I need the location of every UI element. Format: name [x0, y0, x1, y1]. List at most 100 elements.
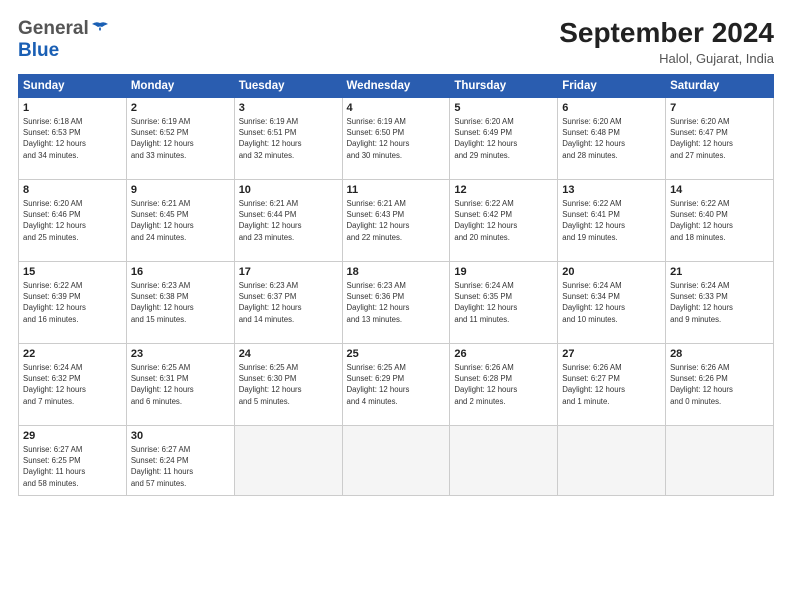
logo-text: GeneralBlue [18, 18, 111, 62]
logo: GeneralBlue [18, 18, 111, 62]
day-number: 11 [347, 184, 446, 196]
day-number: 7 [670, 102, 769, 114]
day-number: 4 [347, 102, 446, 114]
day-info: Sunrise: 6:24 AMSunset: 6:32 PMDaylight:… [23, 362, 122, 407]
day-number: 16 [131, 266, 230, 278]
day-number: 25 [347, 348, 446, 360]
day-info: Sunrise: 6:23 AMSunset: 6:36 PMDaylight:… [347, 280, 446, 325]
day-info: Sunrise: 6:20 AMSunset: 6:46 PMDaylight:… [23, 198, 122, 243]
table-row: 10 Sunrise: 6:21 AMSunset: 6:44 PMDayligh… [234, 179, 342, 261]
day-info: Sunrise: 6:26 AMSunset: 6:28 PMDaylight:… [454, 362, 553, 407]
header-tuesday: Tuesday [234, 74, 342, 97]
table-row: 19 Sunrise: 6:24 AMSunset: 6:35 PMDayligh… [450, 261, 558, 343]
table-row: 21 Sunrise: 6:24 AMSunset: 6:33 PMDayligh… [666, 261, 774, 343]
table-row: 30Sunrise: 6:27 AMSunset: 6:24 PMDayligh… [126, 425, 234, 495]
day-info: Sunrise: 6:24 AMSunset: 6:34 PMDaylight:… [562, 280, 661, 325]
day-number: 21 [670, 266, 769, 278]
day-number: 29 [23, 430, 122, 442]
table-row: 3Sunrise: 6:19 AMSunset: 6:51 PMDaylight… [234, 97, 342, 179]
day-info: Sunrise: 6:23 AMSunset: 6:38 PMDaylight:… [131, 280, 230, 325]
day-info: Sunrise: 6:18 AMSunset: 6:53 PMDaylight:… [23, 116, 122, 161]
day-number: 24 [239, 348, 338, 360]
table-row: 5 Sunrise: 6:20 AMSunset: 6:49 PMDaylight… [450, 97, 558, 179]
calendar-row: 15 Sunrise: 6:22 AMSunset: 6:39 PMDayligh… [19, 261, 774, 343]
calendar-row: 8 Sunrise: 6:20 AMSunset: 6:46 PMDaylight… [19, 179, 774, 261]
table-row: 7 Sunrise: 6:20 AMSunset: 6:47 PMDaylight… [666, 97, 774, 179]
day-number: 1 [23, 102, 122, 114]
table-row [666, 425, 774, 495]
logo-blue: Blue [18, 40, 59, 61]
day-info: Sunrise: 6:22 AMSunset: 6:39 PMDaylight:… [23, 280, 122, 325]
table-row: 20 Sunrise: 6:24 AMSunset: 6:34 PMDayligh… [558, 261, 666, 343]
day-info: Sunrise: 6:25 AMSunset: 6:31 PMDaylight:… [131, 362, 230, 407]
table-row: 16 Sunrise: 6:23 AMSunset: 6:38 PMDayligh… [126, 261, 234, 343]
logo-bird-icon [90, 21, 110, 37]
day-info: Sunrise: 6:23 AMSunset: 6:37 PMDaylight:… [239, 280, 338, 325]
day-number: 19 [454, 266, 553, 278]
calendar-row: 1 Sunrise: 6:18 AMSunset: 6:53 PMDaylight… [19, 97, 774, 179]
day-number: 5 [454, 102, 553, 114]
day-info: Sunrise: 6:20 AMSunset: 6:48 PMDaylight:… [562, 116, 661, 161]
table-row: 25Sunrise: 6:25 AMSunset: 6:29 PMDayligh… [342, 343, 450, 425]
table-row: 12Sunrise: 6:22 AMSunset: 6:42 PMDayligh… [450, 179, 558, 261]
day-number: 6 [562, 102, 661, 114]
table-row: 14Sunrise: 6:22 AMSunset: 6:40 PMDayligh… [666, 179, 774, 261]
day-info: Sunrise: 6:24 AMSunset: 6:33 PMDaylight:… [670, 280, 769, 325]
header-sunday: Sunday [19, 74, 127, 97]
day-number: 17 [239, 266, 338, 278]
table-row: 13 Sunrise: 6:22 AMSunset: 6:41 PMDayligh… [558, 179, 666, 261]
day-info: Sunrise: 6:21 AMSunset: 6:44 PMDaylight:… [239, 198, 338, 243]
day-number: 12 [454, 184, 553, 196]
day-number: 2 [131, 102, 230, 114]
day-info: Sunrise: 6:26 AMSunset: 6:26 PMDaylight:… [670, 362, 769, 407]
day-number: 10 [239, 184, 338, 196]
table-row: 15 Sunrise: 6:22 AMSunset: 6:39 PMDayligh… [19, 261, 127, 343]
calendar-title: September 2024 [559, 18, 774, 49]
day-info: Sunrise: 6:22 AMSunset: 6:41 PMDaylight:… [562, 198, 661, 243]
day-info: Sunrise: 6:21 AMSunset: 6:43 PMDaylight:… [347, 198, 446, 243]
table-row: 17 Sunrise: 6:23 AMSunset: 6:37 PMDayligh… [234, 261, 342, 343]
table-row: 26Sunrise: 6:26 AMSunset: 6:28 PMDayligh… [450, 343, 558, 425]
header-friday: Friday [558, 74, 666, 97]
day-number: 13 [562, 184, 661, 196]
table-row: 29 Sunrise: 6:27 AMSunset: 6:25 PMDayligh… [19, 425, 127, 495]
day-info: Sunrise: 6:22 AMSunset: 6:40 PMDaylight:… [670, 198, 769, 243]
day-info: Sunrise: 6:27 AMSunset: 6:24 PMDaylight:… [131, 444, 230, 489]
day-info: Sunrise: 6:27 AMSunset: 6:25 PMDaylight:… [23, 444, 122, 489]
header-monday: Monday [126, 74, 234, 97]
day-number: 8 [23, 184, 122, 196]
day-info: Sunrise: 6:19 AMSunset: 6:52 PMDaylight:… [131, 116, 230, 161]
table-row: 6 Sunrise: 6:20 AMSunset: 6:48 PMDaylight… [558, 97, 666, 179]
day-info: Sunrise: 6:20 AMSunset: 6:49 PMDaylight:… [454, 116, 553, 161]
table-row: 1 Sunrise: 6:18 AMSunset: 6:53 PMDaylight… [19, 97, 127, 179]
day-number: 28 [670, 348, 769, 360]
table-row [558, 425, 666, 495]
table-row: 2 Sunrise: 6:19 AMSunset: 6:52 PMDaylight… [126, 97, 234, 179]
day-number: 27 [562, 348, 661, 360]
table-row: 18 Sunrise: 6:23 AMSunset: 6:36 PMDayligh… [342, 261, 450, 343]
table-row: 27 Sunrise: 6:26 AMSunset: 6:27 PMDayligh… [558, 343, 666, 425]
table-row: 22 Sunrise: 6:24 AMSunset: 6:32 PMDayligh… [19, 343, 127, 425]
day-info: Sunrise: 6:19 AMSunset: 6:51 PMDaylight:… [239, 116, 338, 161]
day-info: Sunrise: 6:20 AMSunset: 6:47 PMDaylight:… [670, 116, 769, 161]
day-info: Sunrise: 6:21 AMSunset: 6:45 PMDaylight:… [131, 198, 230, 243]
day-number: 15 [23, 266, 122, 278]
table-row [234, 425, 342, 495]
page: GeneralBlue September 2024 Halol, Gujara… [0, 0, 792, 612]
title-block: September 2024 Halol, Gujarat, India [559, 18, 774, 66]
calendar-subtitle: Halol, Gujarat, India [559, 51, 774, 66]
day-info: Sunrise: 6:24 AMSunset: 6:35 PMDaylight:… [454, 280, 553, 325]
calendar-row: 29 Sunrise: 6:27 AMSunset: 6:25 PMDayligh… [19, 425, 774, 495]
day-number: 23 [131, 348, 230, 360]
table-row: 8 Sunrise: 6:20 AMSunset: 6:46 PMDaylight… [19, 179, 127, 261]
day-number: 18 [347, 266, 446, 278]
table-row: 24 Sunrise: 6:25 AMSunset: 6:30 PMDayligh… [234, 343, 342, 425]
header-thursday: Thursday [450, 74, 558, 97]
day-info: Sunrise: 6:26 AMSunset: 6:27 PMDaylight:… [562, 362, 661, 407]
day-info: Sunrise: 6:25 AMSunset: 6:30 PMDaylight:… [239, 362, 338, 407]
calendar-row: 22 Sunrise: 6:24 AMSunset: 6:32 PMDayligh… [19, 343, 774, 425]
day-number: 22 [23, 348, 122, 360]
day-number: 20 [562, 266, 661, 278]
header: GeneralBlue September 2024 Halol, Gujara… [18, 18, 774, 66]
header-wednesday: Wednesday [342, 74, 450, 97]
